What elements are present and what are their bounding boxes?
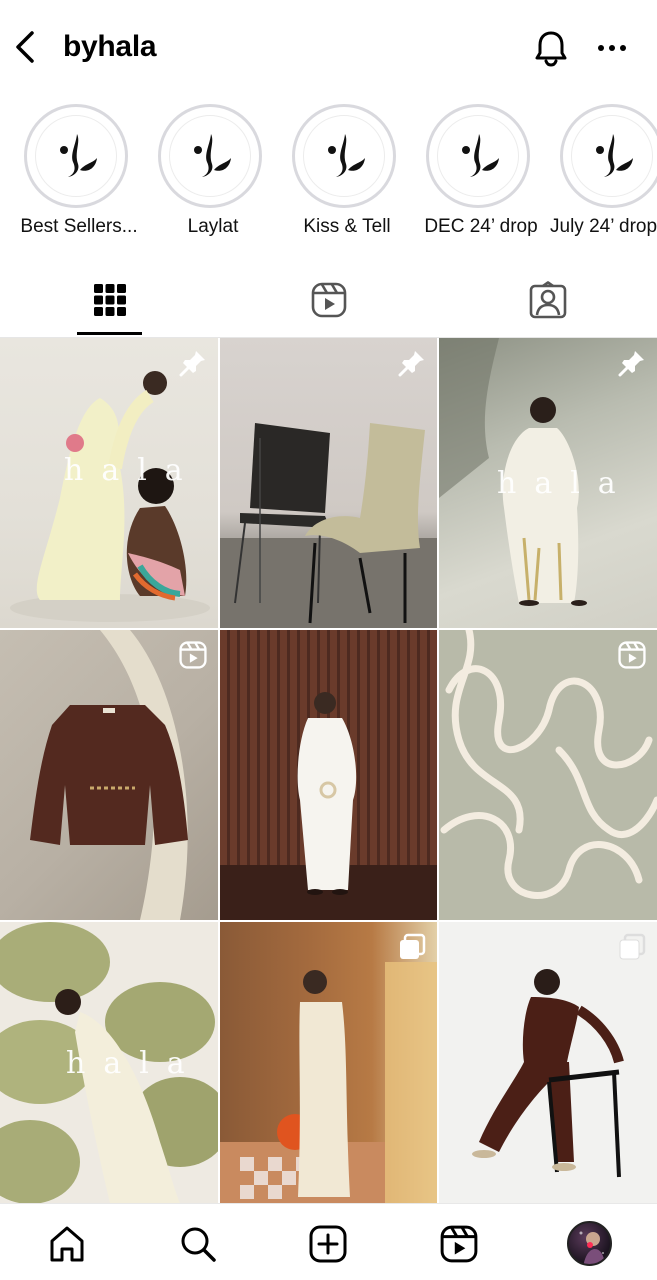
pin-icon	[178, 348, 208, 378]
active-tab-indicator	[77, 332, 142, 335]
highlight-label: Laylat	[187, 216, 239, 237]
highlight-cover	[158, 104, 262, 208]
highlight-item[interactable]: Kiss & Tell	[276, 100, 410, 245]
highlight-item[interactable]: Best Sellers...	[8, 100, 142, 245]
post-image	[220, 962, 437, 1203]
highlight-label: DEC 24’ drop	[424, 216, 538, 237]
profile-username: byhala	[63, 30, 157, 63]
reels-icon	[178, 640, 208, 670]
posts-grid: hala hala hala	[0, 338, 657, 1203]
nav-create[interactable]	[306, 1222, 350, 1266]
reels-icon	[440, 1225, 478, 1263]
tab-posts-grid[interactable]	[0, 262, 219, 338]
post-overlay-text: hala	[497, 466, 634, 501]
post-image	[472, 969, 624, 1178]
profile-tabs	[0, 262, 657, 338]
tagged-user-icon	[529, 281, 566, 319]
pin-icon	[617, 348, 647, 378]
reels-icon	[617, 640, 647, 670]
post-thumbnail[interactable]	[439, 630, 657, 920]
bell-icon	[535, 31, 567, 67]
plus-square-icon	[309, 1225, 347, 1263]
home-icon	[50, 1226, 84, 1262]
pin-icon	[397, 348, 427, 378]
nav-reels[interactable]	[437, 1222, 481, 1266]
profile-header: byhala	[0, 0, 657, 96]
post-thumbnail[interactable]: hala	[439, 338, 657, 628]
post-thumbnail[interactable]	[220, 338, 437, 628]
reels-icon	[311, 282, 346, 318]
more-options-button[interactable]	[592, 30, 632, 66]
post-image	[30, 630, 188, 920]
highlight-label: Kiss & Tell	[303, 216, 391, 237]
nav-search[interactable]	[176, 1222, 220, 1266]
post-thumbnail[interactable]: hala	[0, 338, 218, 628]
notification-dot	[587, 1242, 593, 1248]
highlight-label: July 24’ drop	[550, 216, 657, 237]
hala-logo-icon	[60, 134, 97, 177]
post-overlay-text: hala	[66, 1046, 203, 1081]
tab-reels[interactable]	[219, 262, 438, 338]
highlight-cover	[292, 104, 396, 208]
chevron-left-icon	[16, 31, 34, 63]
post-overlay-text: hala	[64, 453, 201, 488]
hala-logo-icon	[462, 134, 499, 177]
highlight-item[interactable]: DEC 24’ drop	[410, 100, 544, 245]
notifications-button[interactable]	[531, 28, 571, 68]
post-thumbnail[interactable]	[220, 630, 437, 920]
post-image	[220, 423, 437, 628]
hala-logo-icon	[596, 134, 633, 177]
more-horizontal-icon	[598, 45, 626, 51]
post-image	[440, 630, 657, 899]
post-thumbnail[interactable]	[0, 630, 218, 920]
story-highlights: Best Sellers... Laylat Kiss & Tell DEC 2…	[0, 100, 657, 245]
post-thumbnail[interactable]: hala	[0, 922, 218, 1203]
highlight-item[interactable]: Laylat	[142, 100, 276, 245]
post-thumbnail[interactable]	[439, 922, 657, 1203]
post-image	[220, 692, 437, 920]
post-thumbnail[interactable]	[220, 922, 437, 1203]
hala-logo-icon	[194, 134, 231, 177]
hala-logo-icon	[328, 134, 365, 177]
grid-icon	[93, 284, 126, 316]
back-button[interactable]	[10, 28, 40, 66]
carousel-icon	[617, 932, 647, 962]
tab-tagged[interactable]	[438, 262, 657, 338]
highlight-cover	[426, 104, 530, 208]
highlight-cover	[24, 104, 128, 208]
carousel-icon	[397, 932, 427, 962]
highlight-cover	[560, 104, 657, 208]
search-icon	[181, 1227, 216, 1262]
nav-home[interactable]	[45, 1222, 89, 1266]
highlight-item[interactable]: July 24’ drop	[544, 100, 657, 245]
highlight-label: Best Sellers...	[20, 216, 138, 237]
bottom-navigation	[0, 1203, 657, 1280]
